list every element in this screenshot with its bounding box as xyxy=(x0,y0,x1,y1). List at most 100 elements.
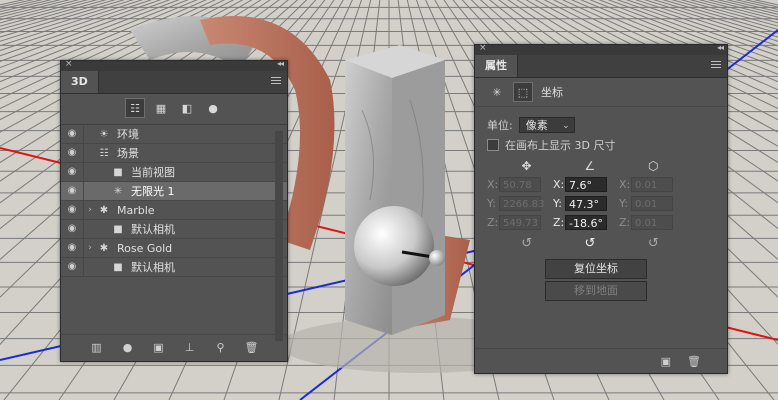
unit-label: 单位: xyxy=(487,119,513,132)
reset-coordinates-button[interactable]: 复位坐标 xyxy=(545,259,647,279)
coord-row-x: X: 50.78 X: 7.6° X: 0.01 xyxy=(475,177,727,192)
reset-position-icon[interactable]: ↺ xyxy=(521,236,532,251)
layer-row[interactable]: ◉ › ✱ Rose Gold xyxy=(61,239,287,258)
coordinate-mode-icons: ✥ ∠ ⬡ xyxy=(495,159,685,173)
close-icon[interactable]: × xyxy=(479,43,487,53)
scale-y-field[interactable]: 0.01 xyxy=(631,196,673,211)
delete-icon[interactable]: 🗑 xyxy=(243,339,261,357)
marble-pillar-side xyxy=(392,60,445,335)
render-icon[interactable]: ▣ xyxy=(661,355,671,368)
coord-row-z: Z: 549.73 Z: -18.6° Z: 0.01 xyxy=(475,215,727,230)
eye-icon[interactable]: ◉ xyxy=(61,144,84,162)
expand-arrow-icon[interactable]: › xyxy=(84,205,96,215)
eye-icon[interactable]: ◉ xyxy=(61,201,84,219)
rotation-x-field[interactable]: 7.6° xyxy=(565,177,607,192)
unit-row: 单位: 像素 ⌄ xyxy=(475,117,727,133)
panel-bottom-toolbar: ▣ 🗑 xyxy=(475,348,727,373)
render-icon[interactable]: ▣ xyxy=(150,339,168,357)
move-icon[interactable]: ✥ xyxy=(521,159,531,173)
layer-label: Marble xyxy=(117,203,155,217)
eye-icon[interactable]: ◉ xyxy=(61,239,84,257)
layer-row[interactable]: ◉ ☀ 环境 xyxy=(61,125,287,144)
light-filter-icon[interactable]: ● xyxy=(203,98,223,118)
expand-arrow-icon[interactable]: › xyxy=(84,243,96,253)
3d-panel: × ◂◂ 3D ☷ ▦ ◧ ● ◉ ☀ 环境 ◉ ☷ 场景 ◉ ■ 当前视图 ◉… xyxy=(60,59,288,362)
light-direction-handle[interactable] xyxy=(429,250,445,266)
show-dimensions-checkbox[interactable] xyxy=(487,139,499,151)
layer-label: 当前视图 xyxy=(131,166,175,179)
layer-row-selected[interactable]: ◉ ✳ 无限光 1 xyxy=(61,182,287,201)
scrollbar[interactable] xyxy=(275,131,283,341)
infinite-light-icon: ✳ xyxy=(113,185,123,197)
scale-x-field[interactable]: 0.01 xyxy=(631,177,673,192)
layer-row[interactable]: ◉ ☷ 场景 xyxy=(61,144,287,163)
coord-row-y: Y: 2266.83 Y: 47.3° Y: 0.01 xyxy=(475,196,727,211)
light-widget-sphere[interactable] xyxy=(354,206,434,286)
rotation-z-field[interactable]: -18.6° xyxy=(565,215,607,230)
eye-icon[interactable]: ◉ xyxy=(61,163,84,181)
scene-filter-icon[interactable]: ☷ xyxy=(125,98,145,118)
eye-icon[interactable]: ◉ xyxy=(61,125,84,143)
reset-rotation-icon[interactable]: ↺ xyxy=(585,236,596,251)
tab-properties[interactable]: 属性 xyxy=(475,55,518,77)
layer-label: 环境 xyxy=(117,128,139,141)
layer-label: Rose Gold xyxy=(117,241,173,255)
panel-top-strip: × ◂◂ xyxy=(475,43,727,55)
position-y-field[interactable]: 2266.83 xyxy=(499,196,544,211)
position-z-field[interactable]: 549.73 xyxy=(499,215,541,230)
layer-label: 默认相机 xyxy=(131,223,175,236)
layer-label: 场景 xyxy=(117,147,139,160)
layer-row[interactable]: ◉ ■ 默认相机 xyxy=(61,258,287,277)
panel-bottom-toolbar: ▥ ● ▣ ⊥ ⚲ 🗑 xyxy=(61,334,287,361)
mesh-icon: ✱ xyxy=(99,242,109,254)
scene-icon: ☷ xyxy=(99,147,109,159)
camera-icon: ■ xyxy=(113,261,123,273)
camera-icon: ■ xyxy=(113,223,123,235)
layer-row[interactable]: ◉ › ✱ Marble xyxy=(61,201,287,220)
tab-bar: 3D xyxy=(61,71,287,94)
scene-layer-list: ◉ ☀ 环境 ◉ ☷ 场景 ◉ ■ 当前视图 ◉ ✳ 无限光 1 ◉ › ✱ M… xyxy=(61,124,287,277)
properties-panel: × ◂◂ 属性 ✳ ⬚ 坐标 单位: 像素 ⌄ 在画布上显示 3D 尺寸 ✥ ∠… xyxy=(474,43,728,374)
eye-icon[interactable]: ◉ xyxy=(61,258,84,276)
close-icon[interactable]: × xyxy=(65,59,73,69)
filter-icon-row: ☷ ▦ ◧ ● xyxy=(61,94,287,122)
collapse-icon[interactable]: ◂◂ xyxy=(717,43,724,52)
eye-icon[interactable]: ◉ xyxy=(61,182,84,200)
properties-section-row: ✳ ⬚ 坐标 xyxy=(475,78,727,107)
tab-3d[interactable]: 3D xyxy=(61,71,99,93)
add-constraint-icon[interactable]: ⚲ xyxy=(212,339,230,357)
layer-label: 无限光 1 xyxy=(131,185,175,198)
scale-z-field[interactable]: 0.01 xyxy=(631,215,673,230)
rotate-icon[interactable]: ∠ xyxy=(584,159,595,173)
show-dimensions-row: 在画布上显示 3D 尺寸 xyxy=(475,137,727,153)
panel-menu-icon[interactable] xyxy=(271,77,281,86)
material-filter-icon[interactable]: ◧ xyxy=(177,98,197,118)
panel-menu-icon[interactable] xyxy=(711,61,721,70)
chevron-down-icon: ⌄ xyxy=(562,121,570,131)
coordinates-icon[interactable]: ⬚ xyxy=(513,82,533,102)
camera-icon: ■ xyxy=(113,166,123,178)
drop-to-ground-icon[interactable]: ⊥ xyxy=(181,339,199,357)
marble-pillar-front xyxy=(345,60,392,335)
environment-icon: ☀ xyxy=(99,128,109,140)
unit-select[interactable]: 像素 ⌄ xyxy=(518,117,575,133)
position-x-field[interactable]: 50.78 xyxy=(499,177,541,192)
infinite-light-icon[interactable]: ✳ xyxy=(487,82,507,102)
layer-label: 默认相机 xyxy=(131,261,175,274)
layer-row[interactable]: ◉ ■ 当前视图 xyxy=(61,163,287,182)
delete-icon[interactable]: 🗑 xyxy=(687,355,701,368)
panel-top-strip: × ◂◂ xyxy=(61,59,287,71)
layer-row[interactable]: ◉ ■ 默认相机 xyxy=(61,220,287,239)
eye-icon[interactable]: ◉ xyxy=(61,220,84,238)
mesh-icon: ✱ xyxy=(99,204,109,216)
reset-scale-icon[interactable]: ↺ xyxy=(648,236,659,251)
scale-icon[interactable]: ⬡ xyxy=(648,159,658,173)
mesh-filter-icon[interactable]: ▦ xyxy=(151,98,171,118)
section-label: 坐标 xyxy=(541,86,563,99)
new-light-icon[interactable]: ● xyxy=(119,339,137,357)
new-mesh-icon[interactable]: ▥ xyxy=(88,339,106,357)
move-to-ground-button[interactable]: 移到地面 xyxy=(545,281,647,301)
tab-bar: 属性 xyxy=(475,55,727,78)
collapse-icon[interactable]: ◂◂ xyxy=(277,59,284,68)
rotation-y-field[interactable]: 47.3° xyxy=(565,196,607,211)
